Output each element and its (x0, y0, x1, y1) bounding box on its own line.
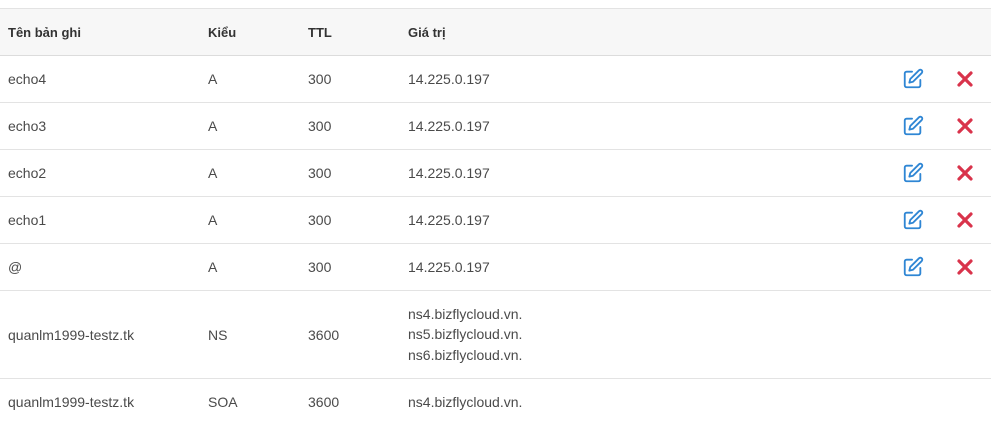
record-type: SOA (208, 394, 238, 410)
record-value: ns6.bizflycloud.vn. (408, 346, 523, 363)
record-ttl: 300 (308, 165, 332, 181)
row-actions (901, 197, 977, 243)
delete-button[interactable] (953, 67, 977, 91)
record-type: A (208, 118, 218, 134)
delete-button[interactable] (953, 161, 977, 185)
record-values: 14.225.0.197 (408, 69, 490, 90)
record-ttl: 3600 (308, 326, 340, 343)
record-name: echo1 (8, 212, 47, 228)
row-actions (901, 56, 977, 102)
record-value-cell: 14.225.0.197 (408, 103, 828, 149)
record-values: 14.225.0.197 (408, 163, 490, 184)
record-values: 14.225.0.197 (408, 116, 490, 137)
record-ttl: 300 (308, 212, 332, 228)
header-name: Tên bản ghi (8, 24, 81, 40)
record-value-cell: 14.225.0.197 (408, 197, 828, 243)
record-type: A (208, 259, 218, 275)
record-value-cell: ns4.bizflycloud.vn. (408, 379, 828, 425)
delete-button[interactable] (953, 255, 977, 279)
record-value-cell: 14.225.0.197 (408, 150, 828, 196)
record-ttl: 300 (308, 118, 332, 134)
record-name: @ (8, 259, 23, 275)
record-name: echo4 (8, 71, 47, 87)
table-row: quanlm1999-testz.tk NS 3600 ns4.bizflycloud… (0, 291, 991, 379)
record-ttl: 300 (308, 259, 332, 275)
delete-button[interactable] (953, 114, 977, 138)
edit-button[interactable] (901, 114, 925, 138)
header-value: Giá trị (408, 24, 446, 40)
close-icon (957, 165, 973, 181)
record-value: ns4.bizflycloud.vn. (408, 305, 523, 322)
table-row: echo1 A 300 14.225.0.197 (0, 197, 991, 244)
record-value: 14.225.0.197 (408, 70, 490, 87)
record-name: quanlm1999-testz.tk (8, 394, 135, 410)
row-actions (901, 103, 977, 149)
dns-records-table: Tên bản ghi Kiểu TTL Giá trị echo4 A 300 14… (0, 8, 991, 425)
table-row: echo2 A 300 14.225.0.197 (0, 150, 991, 197)
record-name: echo3 (8, 118, 47, 134)
table-row: echo4 A 300 14.225.0.197 (0, 56, 991, 103)
header-ttl: TTL (308, 24, 332, 40)
record-values: ns4.bizflycloud.vn. (408, 392, 522, 413)
record-values: ns4.bizflycloud.vn. ns5.bizflycloud.vn. ns… (408, 304, 522, 366)
record-type: A (208, 71, 218, 87)
edit-button[interactable] (901, 161, 925, 185)
table-row: echo3 A 300 14.225.0.197 (0, 103, 991, 150)
table-row: @ A 300 14.225.0.197 (0, 244, 991, 291)
edit-icon (903, 209, 924, 230)
header-type: Kiểu (208, 24, 237, 40)
record-name: echo2 (8, 165, 47, 181)
edit-icon (903, 68, 924, 89)
record-value: 14.225.0.197 (408, 211, 490, 228)
record-ttl: 3600 (308, 394, 340, 410)
record-ttl: 300 (308, 71, 332, 87)
record-value-cell: 14.225.0.197 (408, 56, 828, 102)
edit-button[interactable] (901, 67, 925, 91)
record-values: 14.225.0.197 (408, 210, 490, 231)
edit-button[interactable] (901, 255, 925, 279)
record-value: 14.225.0.197 (408, 117, 490, 134)
close-icon (957, 212, 973, 228)
edit-button[interactable] (901, 208, 925, 232)
record-value: 14.225.0.197 (408, 258, 490, 275)
record-type: A (208, 212, 218, 228)
row-actions (901, 150, 977, 196)
close-icon (957, 259, 973, 275)
close-icon (957, 118, 973, 134)
delete-button[interactable] (953, 208, 977, 232)
record-value-cell: ns4.bizflycloud.vn. ns5.bizflycloud.vn. ns… (408, 291, 828, 378)
record-name: quanlm1999-testz.tk (8, 326, 135, 343)
close-icon (957, 71, 973, 87)
record-value: ns5.bizflycloud.vn. (408, 326, 523, 343)
record-value: 14.225.0.197 (408, 164, 490, 181)
row-actions (901, 244, 977, 290)
record-type: A (208, 165, 218, 181)
edit-icon (903, 256, 924, 277)
table-row: quanlm1999-testz.tk SOA 3600 ns4.bizflyclou… (0, 379, 991, 425)
record-value-cell: 14.225.0.197 (408, 244, 828, 290)
table-body: echo4 A 300 14.225.0.197 echo3 A 300 14.225.0.1… (0, 56, 991, 425)
table-header: Tên bản ghi Kiểu TTL Giá trị (0, 8, 991, 56)
record-type: NS (208, 326, 228, 343)
edit-icon (903, 115, 924, 136)
edit-icon (903, 162, 924, 183)
record-values: 14.225.0.197 (408, 257, 490, 278)
record-value: ns4.bizflycloud.vn. (408, 393, 523, 410)
